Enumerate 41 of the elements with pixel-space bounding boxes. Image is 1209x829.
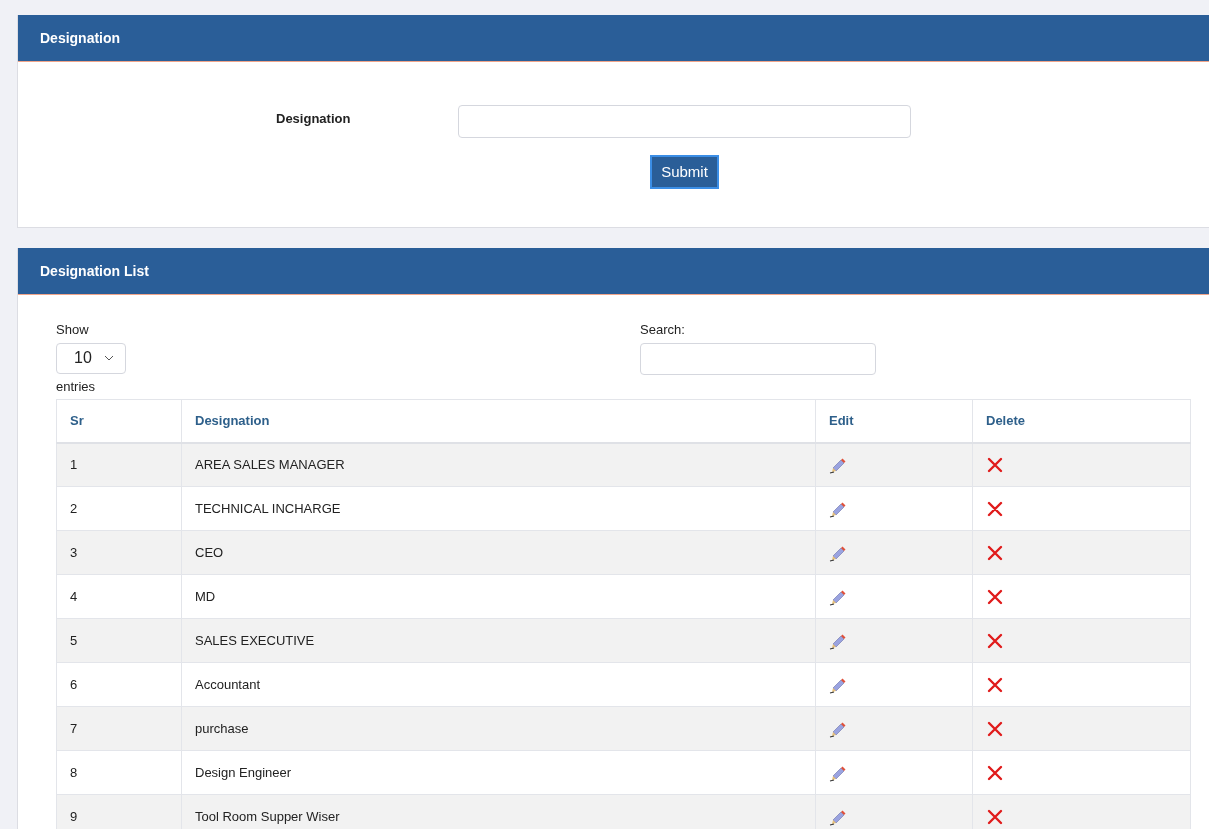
delete-icon[interactable] — [987, 632, 1003, 649]
table-cell: Accountant — [181, 662, 816, 707]
delete-icon[interactable] — [987, 676, 1003, 693]
delete-icon[interactable] — [987, 456, 1003, 473]
search-field[interactable] — [640, 342, 876, 375]
table-cell: Design Engineer — [181, 750, 816, 795]
panel-title: Designation List — [40, 261, 149, 281]
table-cell: 3 — [56, 530, 182, 575]
show-label: Show — [56, 321, 90, 339]
table-cell: MD — [181, 574, 816, 619]
designation-field[interactable] — [458, 105, 911, 138]
delete-icon[interactable] — [987, 808, 1003, 825]
chevron-down-icon — [103, 355, 114, 361]
table-cell: 9 — [56, 794, 182, 829]
table-cell: 8 — [56, 750, 182, 795]
delete-icon[interactable] — [987, 500, 1003, 517]
table-cell: 5 — [56, 618, 182, 663]
delete-icon[interactable] — [987, 588, 1003, 605]
panel-title: Designation — [40, 28, 121, 48]
table-cell: purchase — [181, 706, 816, 751]
column-header[interactable]: Designation — [181, 399, 816, 443]
table-cell: TECHNICAL INCHARGE — [181, 486, 816, 531]
table-cell: 4 — [56, 574, 182, 619]
table-cell: CEO — [181, 530, 816, 575]
column-header[interactable]: Edit — [815, 399, 973, 443]
field-label: Designation — [276, 110, 352, 128]
column-header[interactable]: Sr — [56, 399, 182, 443]
delete-icon[interactable] — [987, 720, 1003, 737]
delete-icon[interactable] — [987, 544, 1003, 561]
page-size-select[interactable]: 10 — [56, 342, 126, 374]
table-cell: AREA SALES MANAGER — [181, 442, 816, 487]
table-cell: 1 — [56, 442, 182, 487]
submit-button[interactable]: Submit — [650, 155, 719, 189]
table-cell: 7 — [56, 706, 182, 751]
table-cell: 2 — [56, 486, 182, 531]
entries-label: entries — [56, 377, 97, 396]
column-header[interactable]: Delete — [972, 399, 1191, 443]
table-cell: 6 — [56, 662, 182, 707]
delete-icon[interactable] — [987, 764, 1003, 781]
table-cell: SALES EXECUTIVE — [181, 618, 816, 663]
search-label: Search: — [640, 321, 686, 339]
